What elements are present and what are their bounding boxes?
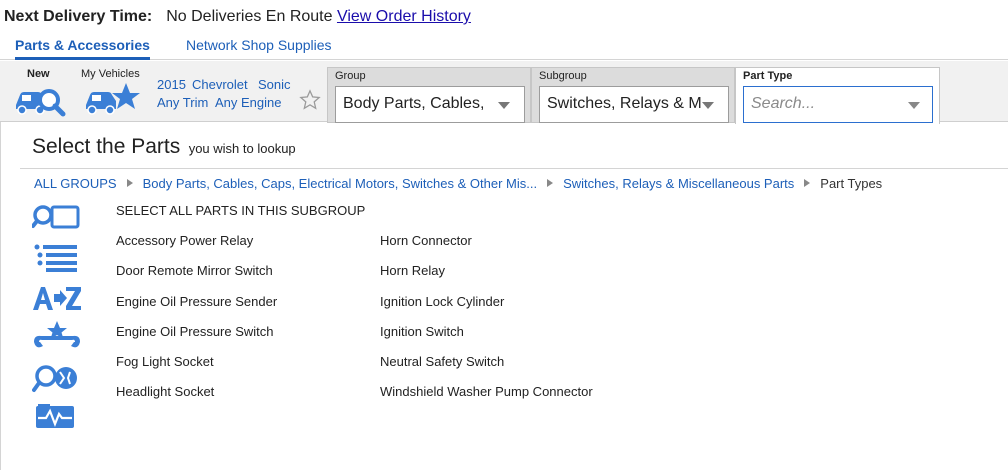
diagnostic-search-icon[interactable] (32, 363, 80, 393)
tab-network-shop-supplies[interactable]: Network Shop Supplies (186, 37, 332, 60)
page-subtitle: you wish to lookup (188, 141, 296, 156)
group-selector: Group Body Parts, Cables, (327, 67, 531, 123)
chevron-down-icon (702, 102, 714, 109)
subgroup-select[interactable]: Switches, Relays & M (539, 86, 729, 123)
subgroup-header: Subgroup (539, 70, 587, 82)
breadcrumb-subgroup[interactable]: Switches, Relays & Miscellaneous Parts (563, 176, 794, 191)
breadcrumb-current: Part Types (820, 176, 883, 191)
breadcrumb-arrow-icon (804, 179, 811, 187)
vehicle-engine[interactable]: Any Engine (215, 95, 282, 110)
part-type-header: Part Type (743, 70, 793, 82)
vehicle-model[interactable]: Sonic (258, 77, 291, 92)
part-door-remote-mirror-switch[interactable]: Door Remote Mirror Switch (116, 263, 273, 278)
part-fog-light-socket[interactable]: Fog Light Socket (116, 354, 214, 369)
subgroup-selector: Subgroup Switches, Relays & M (531, 67, 735, 123)
breadcrumb-all-groups[interactable]: ALL GROUPS (34, 176, 117, 191)
delivery-status: Next Delivery Time: No Deliveries En Rout… (4, 8, 471, 26)
new-vehicle-label: New (27, 68, 50, 80)
part-type-search-input[interactable]: Search... (743, 86, 933, 123)
vehicle-make[interactable]: Chevrolet (192, 77, 248, 92)
vehicle-selector-bar: New My Vehicles 2015 Chevrolet Sonic Any… (0, 61, 1008, 124)
search-parts-icon[interactable] (32, 202, 80, 232)
a-to-z-icon[interactable] (32, 285, 82, 311)
breadcrumb-arrow-icon (126, 179, 133, 187)
vehicle-year[interactable]: 2015 (157, 77, 186, 92)
vehicle-pulse-icon[interactable] (32, 402, 80, 430)
list-icon[interactable] (32, 244, 80, 272)
my-vehicles-label: My Vehicles (81, 68, 140, 80)
subgroup-value: Switches, Relays & M (547, 95, 702, 112)
part-accessory-power-relay[interactable]: Accessory Power Relay (116, 233, 253, 248)
part-horn-relay[interactable]: Horn Relay (380, 263, 445, 278)
part-neutral-safety-switch[interactable]: Neutral Safety Switch (380, 354, 504, 369)
part-type-placeholder: Search... (751, 95, 816, 112)
group-select[interactable]: Body Parts, Cables, (335, 86, 525, 123)
favorite-star-icon[interactable] (299, 89, 321, 111)
page-title-text: Select the Parts (32, 135, 181, 158)
tools-star-icon[interactable] (32, 320, 82, 352)
part-type-selector: Part Type Search... (735, 67, 940, 124)
breadcrumb-group[interactable]: Body Parts, Cables, Caps, Electrical Mot… (143, 176, 537, 191)
part-engine-oil-pressure-sender[interactable]: Engine Oil Pressure Sender (116, 294, 277, 309)
tab-bar: Parts & Accessories Network Shop Supplie… (0, 36, 1008, 60)
part-headlight-socket[interactable]: Headlight Socket (116, 384, 214, 399)
my-vehicles-star-icon[interactable] (84, 81, 140, 117)
vehicle-trim[interactable]: Any Trim (157, 95, 208, 110)
part-ignition-lock-cylinder[interactable]: Ignition Lock Cylinder (380, 294, 504, 309)
chevron-down-icon (498, 102, 510, 109)
delivery-status-text: No Deliveries En Route (166, 8, 333, 25)
new-vehicle-search-icon[interactable] (12, 83, 66, 117)
view-order-history-link[interactable]: View Order History (337, 8, 471, 25)
breadcrumb: ALL GROUPS Body Parts, Cables, Caps, Elec… (34, 176, 882, 191)
content-left-border (0, 122, 1, 470)
page-title: Select the Parts you wish to lookup (32, 135, 296, 159)
tab-parts-accessories[interactable]: Parts & Accessories (15, 37, 150, 60)
title-divider (20, 168, 1008, 169)
breadcrumb-arrow-icon (547, 179, 554, 187)
delivery-label: Next Delivery Time: (4, 8, 153, 25)
group-header: Group (335, 70, 366, 82)
select-all-parts-link[interactable]: SELECT ALL PARTS IN THIS SUBGROUP (116, 203, 365, 218)
part-ignition-switch[interactable]: Ignition Switch (380, 324, 464, 339)
part-engine-oil-pressure-switch[interactable]: Engine Oil Pressure Switch (116, 324, 274, 339)
part-windshield-washer-pump-connector[interactable]: Windshield Washer Pump Connector (380, 384, 593, 399)
group-value: Body Parts, Cables, (343, 95, 485, 112)
chevron-down-icon (908, 102, 920, 109)
part-horn-connector[interactable]: Horn Connector (380, 233, 472, 248)
